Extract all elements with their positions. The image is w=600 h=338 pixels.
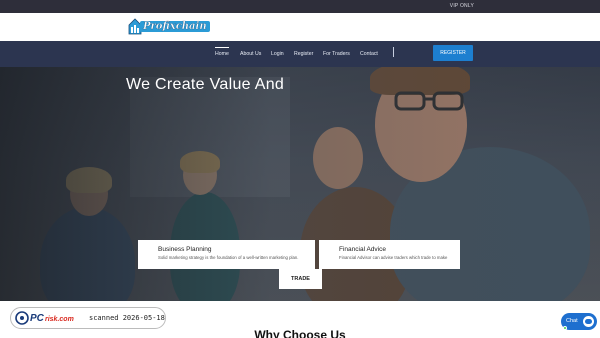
site-logo[interactable]: Profixchain: [128, 18, 210, 36]
why-choose-us-heading: Why Choose Us: [254, 328, 346, 338]
nav-divider: [393, 47, 394, 57]
chat-widget-button[interactable]: Chat: [561, 313, 597, 330]
card-title: Financial Advice: [339, 246, 386, 253]
pcrisk-logo: PC risk.com: [15, 311, 74, 325]
top-bar: VIP ONLY: [0, 0, 600, 13]
logo-wordmark: Profixchain: [140, 21, 210, 32]
pcrisk-watermark: PC risk.com scanned 2026-05-18: [10, 307, 166, 329]
nav-home[interactable]: Home: [215, 47, 229, 57]
trade-button[interactable]: TRADE: [279, 269, 322, 289]
card-description: Solid marketing strategy is the foundati…: [158, 255, 299, 260]
scanned-date: scanned 2026-05-18: [89, 314, 165, 322]
vip-only-label: VIP ONLY: [449, 3, 474, 9]
svg-text:PC: PC: [30, 313, 45, 324]
hero-title: We Create Value And: [126, 76, 285, 93]
svg-text:risk.com: risk.com: [45, 316, 74, 323]
main-navbar: Home About Us Login Register For Traders…: [0, 41, 600, 67]
nav-about-us[interactable]: About Us: [240, 51, 261, 57]
nav-register[interactable]: Register: [294, 51, 313, 57]
chat-label: Chat: [566, 318, 578, 324]
logo-row: Profixchain: [0, 13, 600, 41]
register-button[interactable]: REGISTER: [433, 45, 473, 61]
chat-bubble-icon: [583, 316, 594, 327]
financial-advice-card: Financial Advice Financial Advisor can a…: [319, 240, 460, 269]
nav-for-traders[interactable]: For Traders: [323, 51, 350, 57]
nav-contact[interactable]: Contact: [360, 51, 378, 57]
card-description: Financial Advisor can advise traders whi…: [339, 255, 448, 260]
card-title: Business Planning: [158, 246, 212, 253]
online-status-dot: [563, 326, 567, 330]
business-planning-card: Business Planning Solid marketing strate…: [138, 240, 315, 269]
nav-login[interactable]: Login: [271, 51, 284, 57]
